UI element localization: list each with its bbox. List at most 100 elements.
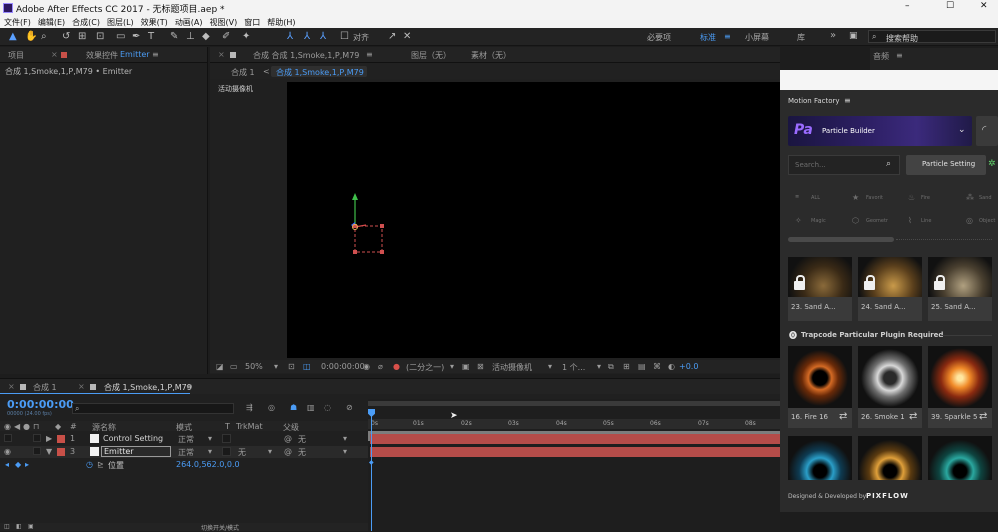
timeline-current-time[interactable]: 0:00:00:00 (7, 398, 74, 411)
category-all[interactable]: ALL (811, 195, 820, 201)
sync-settings-icon[interactable]: ▣ (849, 31, 858, 41)
apply-preset-icon[interactable]: ⇄ (979, 411, 987, 422)
rotate-tool-icon[interactable]: ↺ (62, 31, 70, 42)
star-icon[interactable]: ★ (852, 193, 859, 202)
puppet-tool-icon[interactable]: ✦ (242, 31, 250, 42)
pickwhip-icon[interactable]: @ (284, 434, 292, 443)
lock-toggle[interactable] (33, 434, 41, 442)
preserve-transparency-toggle[interactable] (222, 447, 231, 456)
time-graph[interactable]: 0s 01s 02s 03s 04s 05s 06s 07s 08s ◆ ➤ (368, 399, 780, 531)
frame-blending-icon[interactable]: ▥ (307, 403, 315, 412)
layer-name[interactable]: Emitter (104, 447, 134, 456)
video-toggle[interactable] (4, 434, 12, 442)
zoom-tool-icon[interactable]: ⌕ (41, 31, 47, 42)
next-keyframe-icon[interactable]: ▸ (25, 460, 29, 469)
chevron-down-icon[interactable]: ▾ (268, 447, 272, 456)
layer-track[interactable] (370, 434, 780, 444)
snap-feather-icon[interactable]: ✕ (403, 31, 411, 42)
toggle-pixel-aspect-icon[interactable]: ⧉ (608, 362, 614, 372)
category-magic[interactable]: Magic (811, 218, 826, 224)
layer-label-color[interactable] (57, 448, 65, 456)
exposure-icon[interactable]: ◐ (668, 362, 675, 371)
footer-toggle-icon[interactable]: ◫ (4, 523, 10, 530)
preset-thumbnail-smoke[interactable] (858, 346, 922, 410)
layer-mode-select[interactable]: 正常 (178, 447, 194, 458)
workspace-overflow-button[interactable]: » (830, 30, 836, 41)
chevron-down-icon[interactable]: ▾ (274, 362, 278, 371)
category-favorit[interactable]: Favorit (866, 195, 883, 201)
particle-builder-banner[interactable]: Pa Particle Builder ⌄ (788, 116, 972, 146)
parent-select[interactable]: 无 (298, 434, 306, 445)
panel-menu-icon[interactable]: ≡ (844, 96, 851, 105)
menu-animation[interactable]: 动画(A) (171, 16, 206, 28)
rectangle-tool-icon[interactable]: ▭ (116, 31, 125, 42)
menu-view[interactable]: 视图(V) (206, 16, 241, 28)
layer-track[interactable] (370, 447, 780, 457)
menu-file[interactable]: 文件(F) (0, 16, 34, 28)
graph-icon[interactable]: ⊵ (97, 460, 104, 469)
monitor-icon[interactable]: ▭ (230, 362, 238, 371)
chevron-down-icon[interactable]: ▾ (450, 362, 454, 371)
collapse-arrow-icon[interactable]: ▼ (46, 447, 52, 456)
preset-thumbnail-sparkle[interactable] (928, 346, 992, 410)
tab-timeline-comp2[interactable]: 合成 1,Smoke,1,P,M79 (104, 382, 192, 393)
view-axis-icon[interactable]: ⅄ (320, 31, 326, 42)
chevron-down-icon[interactable]: ▾ (343, 434, 347, 443)
menu-effect[interactable]: 效果(T) (137, 16, 171, 28)
eye-icon[interactable]: ◉ (4, 447, 11, 456)
pan-behind-tool-icon[interactable]: ⊡ (96, 31, 104, 42)
preset-thumbnail[interactable] (858, 436, 922, 480)
fire-icon[interactable]: ♨ (908, 193, 915, 202)
preserve-transparency-toggle[interactable] (222, 434, 231, 443)
sand-icon[interactable]: ⁂ (966, 193, 974, 202)
timeline-search-input[interactable]: ⌕ (72, 403, 234, 414)
pen-tool-icon[interactable]: ✒ (132, 31, 140, 42)
menu-composition[interactable]: 合成(C) (68, 16, 103, 28)
settings-gear-icon[interactable]: ✲ (988, 159, 996, 169)
always-preview-icon[interactable]: ◪ (216, 362, 224, 371)
type-tool-icon[interactable]: T (148, 31, 154, 42)
magic-icon[interactable]: ✧ (795, 216, 802, 225)
close-comp-tab-icon[interactable]: × (218, 50, 225, 59)
tab-menu-icon[interactable]: ≡ (366, 50, 373, 59)
prev-keyframe-icon[interactable]: ◂ (5, 460, 9, 469)
second-plugin-tab[interactable]: ◜ (976, 116, 998, 146)
preset-thumbnail[interactable] (788, 436, 852, 480)
apply-preset-icon[interactable]: ⇄ (839, 411, 847, 422)
category-geometr[interactable]: Geometr (866, 218, 888, 224)
chevron-down-icon[interactable]: ▾ (597, 362, 601, 371)
line-icon[interactable]: ⌇ (908, 216, 912, 225)
close-button[interactable]: ✕ (980, 1, 988, 11)
close-tab-icon[interactable]: × (51, 50, 58, 59)
parent-select[interactable]: 无 (298, 447, 306, 458)
menu-layer[interactable]: 图层(L) (103, 16, 137, 28)
layer-mode-select[interactable]: 正常 (178, 434, 194, 445)
object-icon[interactable]: ◎ (966, 216, 973, 225)
workspace-small-screen[interactable]: 小屏幕 (745, 32, 769, 43)
workspace-menu-icon[interactable]: ≡ (724, 32, 731, 41)
col-source-name[interactable]: 源名称 (92, 422, 116, 433)
snap-option-icon[interactable]: ↗ (388, 31, 396, 42)
camera-tool-icon[interactable]: ⊞ (78, 31, 86, 42)
add-keyframe-icon[interactable]: ◆ (15, 460, 21, 469)
emitter-gizmo[interactable] (342, 187, 392, 262)
roto-brush-tool-icon[interactable]: ✐ (222, 31, 230, 42)
view-layout-select[interactable]: 1 个... (562, 362, 585, 373)
layer-name[interactable]: Control Setting (103, 434, 163, 443)
pickwhip-icon[interactable]: @ (284, 447, 292, 456)
panel-menu-icon[interactable]: ≡ (896, 51, 903, 60)
panel-menu-icon[interactable]: ≡ (152, 50, 159, 59)
tab-effect-controls-prefix[interactable]: 效果控件 (86, 50, 118, 61)
pixflow-logo[interactable]: PIXFLOW (866, 492, 909, 500)
workspace-standard[interactable]: 标准 (700, 32, 716, 43)
snapshot-icon[interactable]: ◉ (363, 362, 370, 371)
motion-blur-icon[interactable]: ◌ (324, 403, 331, 412)
layer-row[interactable]: ◉ ▼ 3 Emitter 正常 ▾ 无 ▾ @ 无 ▾ (0, 446, 368, 458)
category-object[interactable]: Object (979, 218, 995, 224)
show-snapshot-icon[interactable]: ⌀ (378, 362, 383, 371)
tab-effect-controls-target[interactable]: Emitter (120, 50, 150, 59)
tab-footage[interactable]: 素材（无） (471, 50, 511, 61)
shy-layers-icon[interactable]: ☗ (290, 403, 297, 412)
particle-setting-button[interactable]: Particle Setting (906, 155, 986, 175)
brush-tool-icon[interactable]: ✎ (170, 31, 178, 42)
